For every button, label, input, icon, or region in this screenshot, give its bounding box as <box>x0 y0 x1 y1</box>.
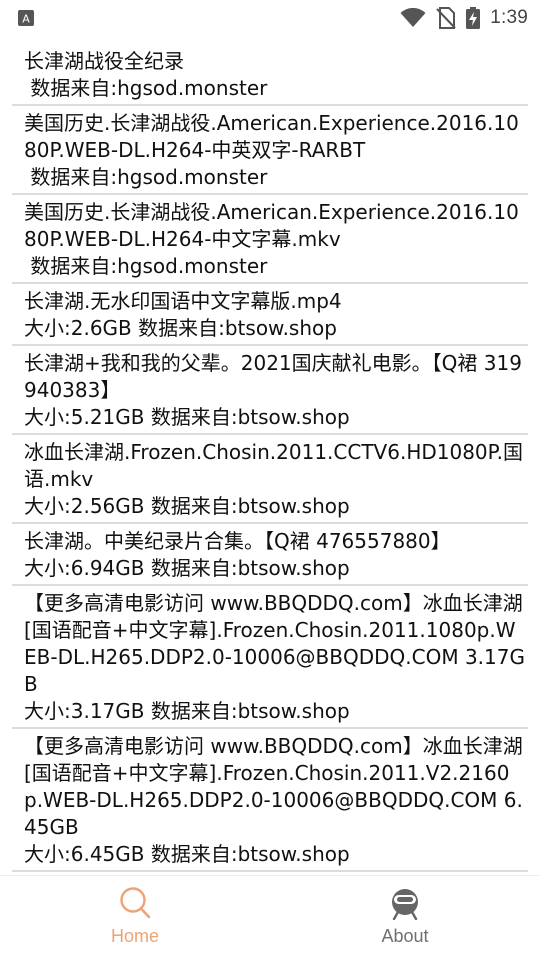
list-item[interactable]: 长津湖战役全纪录 数据来自:hgsod.monster <box>12 44 528 106</box>
a-badge-icon: A <box>18 10 34 26</box>
wifi-icon <box>400 8 426 27</box>
status-bar: A 1:39 <box>0 0 540 36</box>
results-list[interactable]: 长津湖战役全纪录 数据来自:hgsod.monster 美国历史.长津湖战役.A… <box>12 44 528 874</box>
item-meta: 大小:3.17GB 数据来自:btsow.shop <box>24 699 350 723</box>
item-title: 长津湖+我和我的父辈。2021国庆献礼电影。【Q裙 319940383】 <box>24 351 522 402</box>
list-item[interactable]: 美国历史.长津湖战役.American.Experience.2016.1080… <box>12 195 528 284</box>
tab-home[interactable]: Home <box>0 876 270 961</box>
item-meta: 大小:6.45GB 数据来自:btsow.shop <box>24 842 350 866</box>
list-item[interactable]: 【更多高清电影访问 www.BBQDDQ.com】冰血长津湖[国语配音+中文字幕… <box>12 729 528 872</box>
item-title: 长津湖.无水印国语中文字幕版.mp4 <box>24 289 342 313</box>
list-item[interactable]: 长津湖。中美纪录片合集。【Q裙 476557880】 大小:6.94GB 数据来… <box>12 524 528 586</box>
svg-text:A: A <box>22 13 30 26</box>
list-item[interactable]: 长津湖.无水印国语中文字幕版.mp4 大小:2.6GB 数据来自:btsow.s… <box>12 284 528 346</box>
item-title: 【更多高清电影访问 www.BBQDDQ.com】冰血长津湖[国语配音+中文字幕… <box>24 734 523 839</box>
item-meta: 数据来自:hgsod.monster <box>24 254 268 278</box>
status-time: 1:39 <box>490 7 528 28</box>
battery-charging-icon <box>466 7 481 29</box>
tab-about-label: About <box>381 926 429 946</box>
list-item[interactable]: 冰血长津湖.Frozen.Chosin.2011.CCTV6.HD1080P.国… <box>12 435 528 524</box>
item-title: 【更多高清电影访问 www.BBQDDQ.com】冰血长津湖[国语配音+中文字幕… <box>24 591 525 696</box>
tab-about[interactable]: About <box>270 876 540 961</box>
no-sim-icon <box>436 7 456 29</box>
list-item[interactable]: 美国历史.长津湖战役.American.Experience.2016.1080… <box>12 106 528 195</box>
item-title: 冰血长津湖.Frozen.Chosin.2011.CCTV6.HD1080P.国… <box>24 440 523 491</box>
tab-home-label: Home <box>110 926 159 946</box>
bottom-tab-bar: Home About <box>0 875 540 961</box>
list-item[interactable]: 【更多高清电影访问 www.BBQDDQ.com】冰血长津湖[国语配音+中文字幕… <box>12 586 528 729</box>
search-icon <box>120 887 151 919</box>
robot-icon <box>392 889 418 920</box>
item-title: 美国历史.长津湖战役.American.Experience.2016.1080… <box>24 111 519 162</box>
item-meta: 大小:2.56GB 数据来自:btsow.shop <box>24 494 350 518</box>
list-item[interactable]: 长津湖+我和我的父辈。2021国庆献礼电影。【Q裙 319940383】 大小:… <box>12 346 528 435</box>
item-title: 长津湖战役全纪录 <box>24 49 184 73</box>
item-meta: 大小:2.6GB 数据来自:btsow.shop <box>24 316 337 340</box>
item-meta: 大小:6.94GB 数据来自:btsow.shop <box>24 556 350 580</box>
item-title: 美国历史.长津湖战役.American.Experience.2016.1080… <box>24 200 519 251</box>
item-meta: 数据来自:hgsod.monster <box>24 76 268 100</box>
item-title: 长津湖。中美纪录片合集。【Q裙 476557880】 <box>24 529 451 553</box>
item-meta: 数据来自:hgsod.monster <box>24 165 268 189</box>
item-meta: 大小:5.21GB 数据来自:btsow.shop <box>24 405 350 429</box>
